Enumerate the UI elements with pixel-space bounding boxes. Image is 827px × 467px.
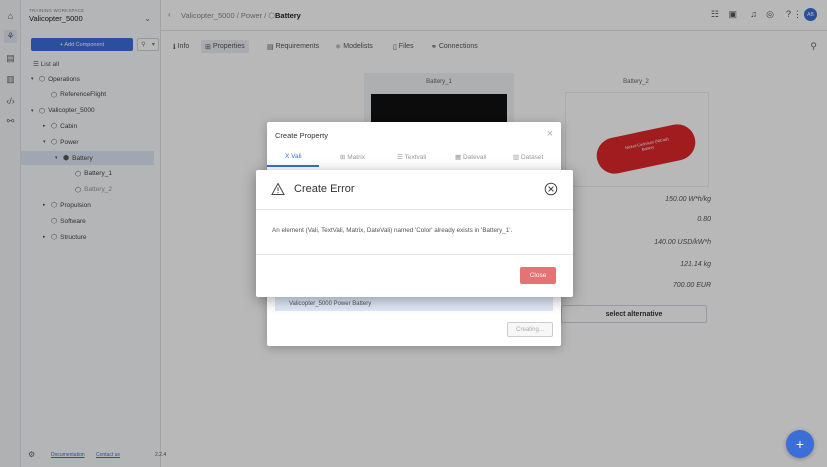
- close-icon[interactable]: ×: [547, 128, 553, 140]
- active-tab-underline: [267, 165, 319, 167]
- error-title: Create Error: [294, 183, 355, 195]
- tab-vali[interactable]: X Vali: [285, 153, 302, 160]
- dataset-icon: ▥: [513, 154, 521, 161]
- tab-matrix[interactable]: ⊞ Matrix: [340, 153, 365, 161]
- close-icon[interactable]: [544, 182, 558, 196]
- tab-datevali[interactable]: ▦ Datevali: [455, 153, 486, 161]
- calendar-icon: ▦: [455, 154, 463, 161]
- text-icon: ☰: [397, 154, 405, 161]
- divider: [256, 254, 573, 255]
- tab-label: Vali: [291, 153, 302, 160]
- error-message: An element (Vali, TextVali, Matrix, Date…: [272, 227, 513, 234]
- creating-button[interactable]: Creating...: [507, 322, 553, 337]
- tab-label: Matrix: [347, 154, 365, 161]
- tab-textvali[interactable]: ☰ Textvali: [397, 153, 426, 161]
- close-button[interactable]: Close: [520, 267, 556, 284]
- tab-label: Textvali: [404, 154, 427, 161]
- warning-icon: [271, 182, 285, 195]
- target-component-field[interactable]: Valicopter_5000 Power Battery: [275, 297, 553, 311]
- plus-icon: +: [795, 436, 805, 452]
- tab-dataset[interactable]: ▥ Dataset: [513, 153, 543, 161]
- dialog-title: Create Property: [275, 131, 328, 140]
- tab-label: Datevali: [462, 154, 487, 161]
- tab-label: Dataset: [520, 154, 544, 161]
- add-fab-button[interactable]: +: [786, 430, 814, 458]
- create-error-dialog: Create Error An element (Vali, TextVali,…: [256, 170, 573, 297]
- divider: [256, 209, 573, 210]
